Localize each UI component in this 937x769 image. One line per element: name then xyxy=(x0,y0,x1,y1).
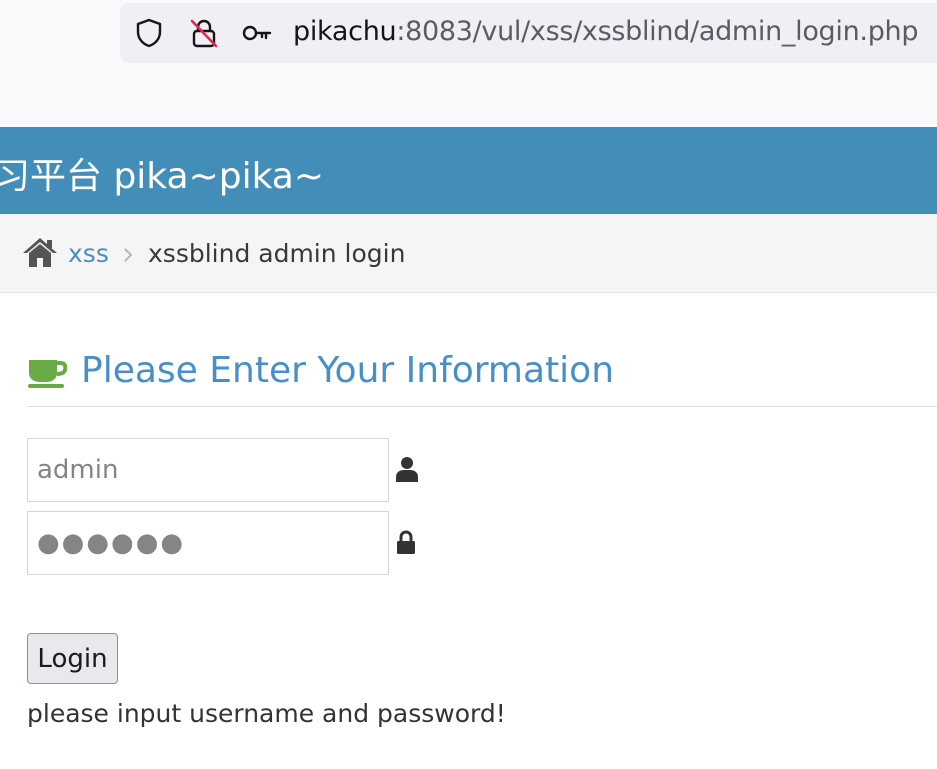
login-button[interactable]: Login xyxy=(27,633,118,684)
key-icon[interactable] xyxy=(241,17,273,49)
site-title[interactable]: 习平台 pika~pika~ xyxy=(0,147,324,199)
password-field[interactable] xyxy=(27,511,389,575)
lock-crossed-icon[interactable] xyxy=(188,17,220,49)
form-title: Please Enter Your Information xyxy=(81,350,615,391)
url-host: pikachu xyxy=(293,16,397,47)
shield-icon[interactable] xyxy=(133,17,165,49)
username-field[interactable] xyxy=(27,438,389,502)
breadcrumb-current: xssblind admin login xyxy=(148,239,406,268)
coffee-cup-icon xyxy=(28,360,67,388)
login-message: please input username and password! xyxy=(27,699,506,728)
title-divider xyxy=(27,406,937,407)
site-header: 习平台 pika~pika~ xyxy=(0,127,937,214)
user-icon xyxy=(396,457,418,482)
browser-chrome: pikachu:8083/vul/xss/xssblind/admin_logi… xyxy=(0,0,937,127)
lock-icon xyxy=(397,530,415,554)
breadcrumb: xss xssblind admin login xyxy=(0,214,937,293)
url-text[interactable]: pikachu:8083/vul/xss/xssblind/admin_logi… xyxy=(293,16,918,47)
chevron-right-icon xyxy=(124,248,133,262)
url-path: :8083/vul/xss/xssblind/admin_login.php xyxy=(396,16,919,47)
home-icon xyxy=(23,238,57,267)
breadcrumb-link-xss[interactable]: xss xyxy=(68,239,109,268)
url-bar[interactable]: pikachu:8083/vul/xss/xssblind/admin_logi… xyxy=(120,3,937,63)
